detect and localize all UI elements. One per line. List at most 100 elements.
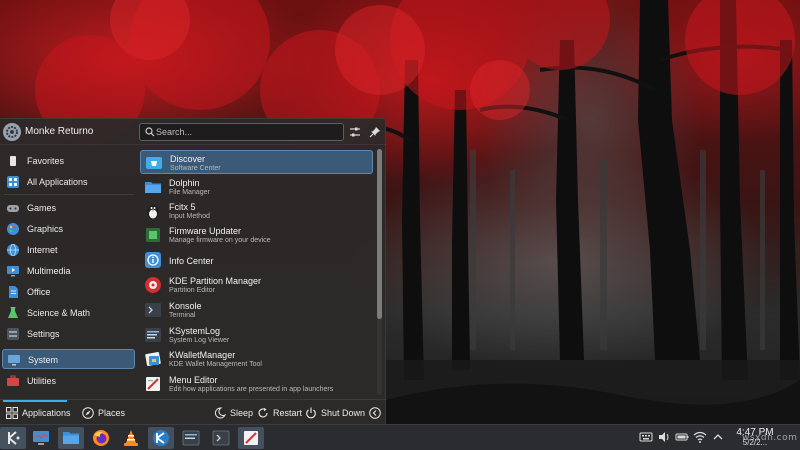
sidebar-item-games[interactable]: Games [2, 198, 135, 218]
sidebar-item-system[interactable]: System [2, 349, 135, 369]
task-vlc[interactable] [118, 427, 144, 449]
user-name: Monke Returno [25, 126, 94, 137]
firefox-icon [93, 430, 109, 446]
user-avatar[interactable] [3, 123, 21, 141]
search-icon [145, 127, 155, 137]
task-konsole[interactable] [208, 427, 234, 449]
more-options-button[interactable] [369, 404, 385, 422]
sidebar-item-multimedia[interactable]: Multimedia [2, 261, 135, 281]
sidebar-item-favorites[interactable]: Favorites [2, 151, 135, 171]
discover-icon [146, 157, 162, 169]
app-subtitle: Terminal [169, 312, 196, 319]
sleep-label: Sleep [230, 408, 254, 418]
app-subtitle: Partition Editor [169, 287, 215, 294]
restart-button[interactable]: Restart [257, 404, 302, 422]
power-icon [306, 407, 316, 419]
sidebar-item-label: Utilities [27, 376, 57, 386]
flask-icon [8, 307, 18, 318]
taskbar-panel: 4:47 PM 5/2/2... [0, 424, 800, 450]
app-name: Konsole [169, 301, 202, 311]
restart-icon [258, 407, 268, 418]
wifi-icon[interactable] [693, 430, 707, 444]
restart-label: Restart [273, 408, 303, 418]
list-item-firmware-updater[interactable]: Firmware Updater Manage firmware on your… [140, 223, 373, 247]
shutdown-button[interactable]: Shut Down [305, 404, 365, 422]
app-name: Firmware Updater [169, 226, 242, 236]
tab-applications-label: Applications [22, 408, 71, 418]
task-dolphin[interactable] [58, 427, 84, 449]
kde-discover-icon [153, 430, 169, 446]
search-input[interactable] [156, 125, 340, 139]
monitor-play-icon [7, 266, 19, 277]
list-item-kde-partition-manager[interactable]: KDE Partition Manager Partition Editor [140, 273, 373, 297]
task-discover[interactable] [148, 427, 174, 449]
list-item-kwalletmanager[interactable]: KWalletManager KDE Wallet Management Too… [140, 347, 373, 371]
sliders-icon [350, 127, 360, 137]
sidebar-item-label: Multimedia [27, 266, 71, 276]
battery-icon[interactable] [675, 430, 689, 444]
application-list-scrollbar[interactable] [377, 149, 382, 395]
configure-button[interactable] [347, 124, 363, 140]
app-subtitle: KDE Wallet Management Tool [169, 361, 262, 368]
tab-places[interactable]: Places [82, 404, 125, 422]
sidebar-item-label: Settings [27, 329, 60, 339]
menu-editor-icon [146, 377, 160, 391]
app-subtitle: Input Method [169, 213, 210, 220]
app-name: Dolphin [169, 178, 200, 188]
wallet-icon [145, 352, 161, 366]
app-subtitle: Manage firmware on your device [169, 237, 271, 244]
sidebar-item-label: Office [27, 287, 51, 297]
list-item-konsole[interactable]: Konsole Terminal [140, 298, 373, 322]
task-system-monitor[interactable] [28, 427, 54, 449]
task-firefox[interactable] [88, 427, 114, 449]
log-icon [145, 328, 161, 342]
sidebar-item-internet[interactable]: Internet [2, 240, 135, 260]
search-box[interactable] [139, 123, 344, 141]
list-item-info-center[interactable]: Info Center [140, 248, 373, 272]
launcher-header: Monke Returno [0, 119, 386, 145]
list-item-menu-editor[interactable]: Menu Editor Edit how applications are pr… [140, 372, 373, 396]
sidebar-item-label: Favorites [27, 156, 65, 166]
document-icon [9, 286, 18, 298]
sidebar-item-utilities[interactable]: Utilities [2, 371, 135, 391]
list-item-fcitx[interactable]: Fcitx 5 Input Method [140, 199, 373, 223]
settings-sliders-icon [7, 328, 19, 340]
sleep-button[interactable]: Sleep [214, 404, 253, 422]
scrollbar-thumb[interactable] [377, 149, 382, 319]
log-icon [182, 430, 200, 446]
tab-applications[interactable]: Applications [6, 404, 71, 422]
sidebar-item-science-math[interactable]: Science & Math [2, 303, 135, 323]
shutdown-label: Shut Down [321, 408, 366, 418]
moon-icon [214, 407, 226, 419]
palette-icon [7, 223, 19, 235]
app-name: Fcitx 5 [169, 202, 196, 212]
category-sidebar: Favorites All Applications Games Graphic… [0, 149, 137, 395]
list-item-ksystemlog[interactable]: KSystemLog System Log Viewer [140, 323, 373, 347]
task-ksystemlog[interactable] [178, 427, 204, 449]
folder-icon [145, 182, 161, 193]
sidebar-item-office[interactable]: Office [2, 282, 135, 302]
app-subtitle: Edit how applications are presented in a… [169, 386, 334, 393]
task-menu-editor[interactable] [238, 427, 264, 449]
chevron-up-icon[interactable] [711, 430, 725, 444]
sidebar-item-label: All Applications [27, 177, 88, 187]
computer-icon [8, 355, 20, 366]
list-item-discover[interactable]: Discover Software Center [140, 150, 373, 174]
app-subtitle: Software Center [170, 165, 221, 172]
pin-icon [369, 127, 380, 138]
list-item-dolphin[interactable]: Dolphin File Manager [140, 175, 373, 199]
watermark-text: wsxdn.com [742, 433, 798, 443]
launcher-footer: Applications Places Sleep Restart Shut D… [0, 399, 386, 425]
terminal-icon [145, 303, 161, 317]
keyboard-icon[interactable] [639, 430, 653, 444]
pin-button[interactable] [367, 124, 383, 140]
monitor-icon [33, 431, 49, 445]
sidebar-item-all-applications[interactable]: All Applications [2, 172, 135, 192]
sidebar-item-settings[interactable]: Settings [2, 324, 135, 344]
sidebar-item-label: System [28, 355, 59, 365]
partition-icon [145, 277, 161, 293]
volume-icon[interactable] [657, 430, 671, 444]
application-launcher-button[interactable] [0, 427, 26, 449]
terminal-icon [212, 430, 230, 446]
sidebar-item-graphics[interactable]: Graphics [2, 219, 135, 239]
